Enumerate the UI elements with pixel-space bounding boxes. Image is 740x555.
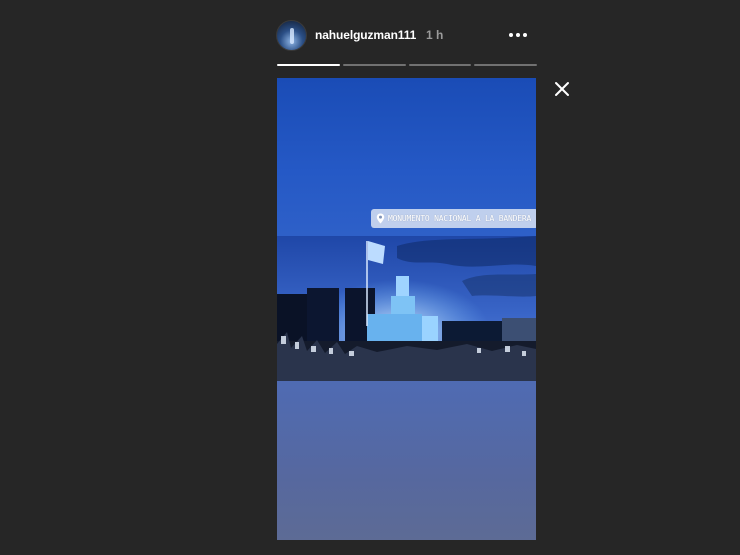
location-pin-icon: [376, 213, 385, 224]
progress-segment: [277, 64, 340, 66]
story-header: nahuelguzman111 1 h: [276, 20, 538, 52]
user-avatar[interactable]: [276, 20, 307, 51]
username[interactable]: nahuelguzman111: [315, 28, 416, 42]
progress-segment-fill: [277, 64, 340, 66]
progress-segment: [342, 64, 406, 66]
progress-segment: [474, 64, 537, 66]
story-progress-bar: [277, 64, 537, 66]
timestamp: 1 h: [426, 28, 444, 42]
story-background-bottom: [277, 381, 536, 540]
more-options-icon[interactable]: [506, 24, 530, 46]
location-sticker[interactable]: MONUMENTO NACIONAL A LA BANDERA: [371, 209, 536, 228]
progress-segment: [408, 64, 472, 66]
close-icon[interactable]: [552, 79, 572, 99]
story-photo: [277, 236, 536, 381]
story-media[interactable]: MONUMENTO NACIONAL A LA BANDERA: [277, 78, 536, 540]
location-label: MONUMENTO NACIONAL A LA BANDERA: [388, 214, 532, 223]
story-viewer: nahuelguzman111 1 h MONUMENTO NACIONAL A…: [0, 0, 740, 555]
